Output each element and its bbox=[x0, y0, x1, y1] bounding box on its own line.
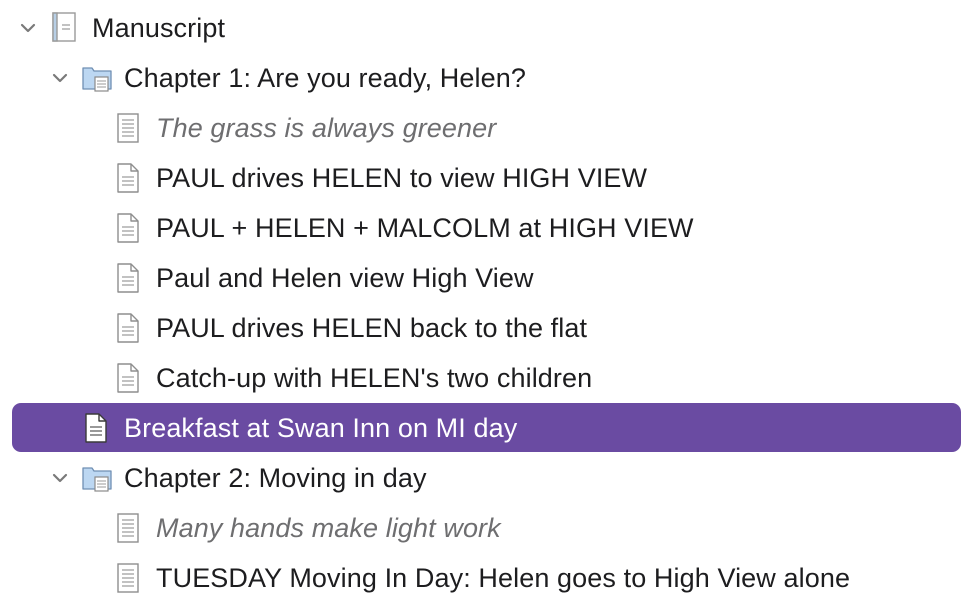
binder-item-label: PAUL drives HELEN back to the flat bbox=[156, 312, 588, 343]
binder-item-document[interactable]: Catch-up with HELEN's two children bbox=[0, 353, 972, 403]
manuscript-icon bbox=[52, 12, 76, 42]
binder-item-label: Many hands make light work bbox=[156, 512, 501, 543]
binder-item-document[interactable]: PAUL drives HELEN back to the flat bbox=[0, 303, 972, 353]
binder-item-chapter-1[interactable]: Chapter 1: Are you ready, Helen? bbox=[0, 53, 972, 103]
folder-icon bbox=[82, 467, 112, 492]
binder-item-chapter-2[interactable]: Chapter 2: Moving in day bbox=[0, 453, 972, 503]
binder-item-selected[interactable]: Breakfast at Swan Inn on MI day bbox=[0, 403, 972, 453]
document-icon bbox=[117, 213, 139, 243]
document-icon bbox=[85, 413, 107, 443]
document-icon bbox=[117, 163, 139, 193]
binder-item-label: Catch-up with HELEN's two children bbox=[156, 362, 593, 393]
binder-item-document[interactable]: The grass is always greener bbox=[0, 103, 972, 153]
document-lined-icon bbox=[117, 113, 139, 143]
binder-item-label: TUESDAY Moving In Day: Helen goes to Hig… bbox=[156, 562, 851, 593]
binder-outline: Manuscript Chapter 1: Are you ready, Hel… bbox=[0, 0, 972, 606]
binder-item-document[interactable]: Many hands make light work bbox=[0, 503, 972, 553]
binder-item-manuscript[interactable]: Manuscript bbox=[0, 3, 972, 53]
document-icon bbox=[117, 313, 139, 343]
binder-item-label: PAUL + HELEN + MALCOLM at HIGH VIEW bbox=[156, 212, 694, 243]
document-icon bbox=[117, 363, 139, 393]
folder-icon bbox=[82, 67, 112, 92]
binder-item-document[interactable]: Paul and Helen view High View bbox=[0, 253, 972, 303]
chevron-down-icon[interactable] bbox=[49, 67, 71, 89]
document-icon bbox=[117, 263, 139, 293]
chevron-down-icon[interactable] bbox=[17, 17, 39, 39]
binder-item-label: Chapter 2: Moving in day bbox=[124, 462, 427, 493]
binder-item-label: Paul and Helen view High View bbox=[156, 262, 534, 293]
binder-item-document[interactable]: PAUL drives HELEN to view HIGH VIEW bbox=[0, 153, 972, 203]
binder-item-label: Chapter 1: Are you ready, Helen? bbox=[124, 62, 526, 93]
document-lined-icon bbox=[117, 513, 139, 543]
binder-item-document[interactable]: PAUL + HELEN + MALCOLM at HIGH VIEW bbox=[0, 203, 972, 253]
binder-item-label: The grass is always greener bbox=[156, 112, 497, 143]
binder-item-label: Manuscript bbox=[92, 12, 226, 43]
chevron-down-icon[interactable] bbox=[49, 467, 71, 489]
binder-item-label: Breakfast at Swan Inn on MI day bbox=[124, 412, 518, 443]
document-lined-icon bbox=[117, 563, 139, 593]
binder-item-document[interactable]: TUESDAY Moving In Day: Helen goes to Hig… bbox=[0, 553, 972, 603]
binder-item-label: PAUL drives HELEN to view HIGH VIEW bbox=[156, 162, 648, 193]
